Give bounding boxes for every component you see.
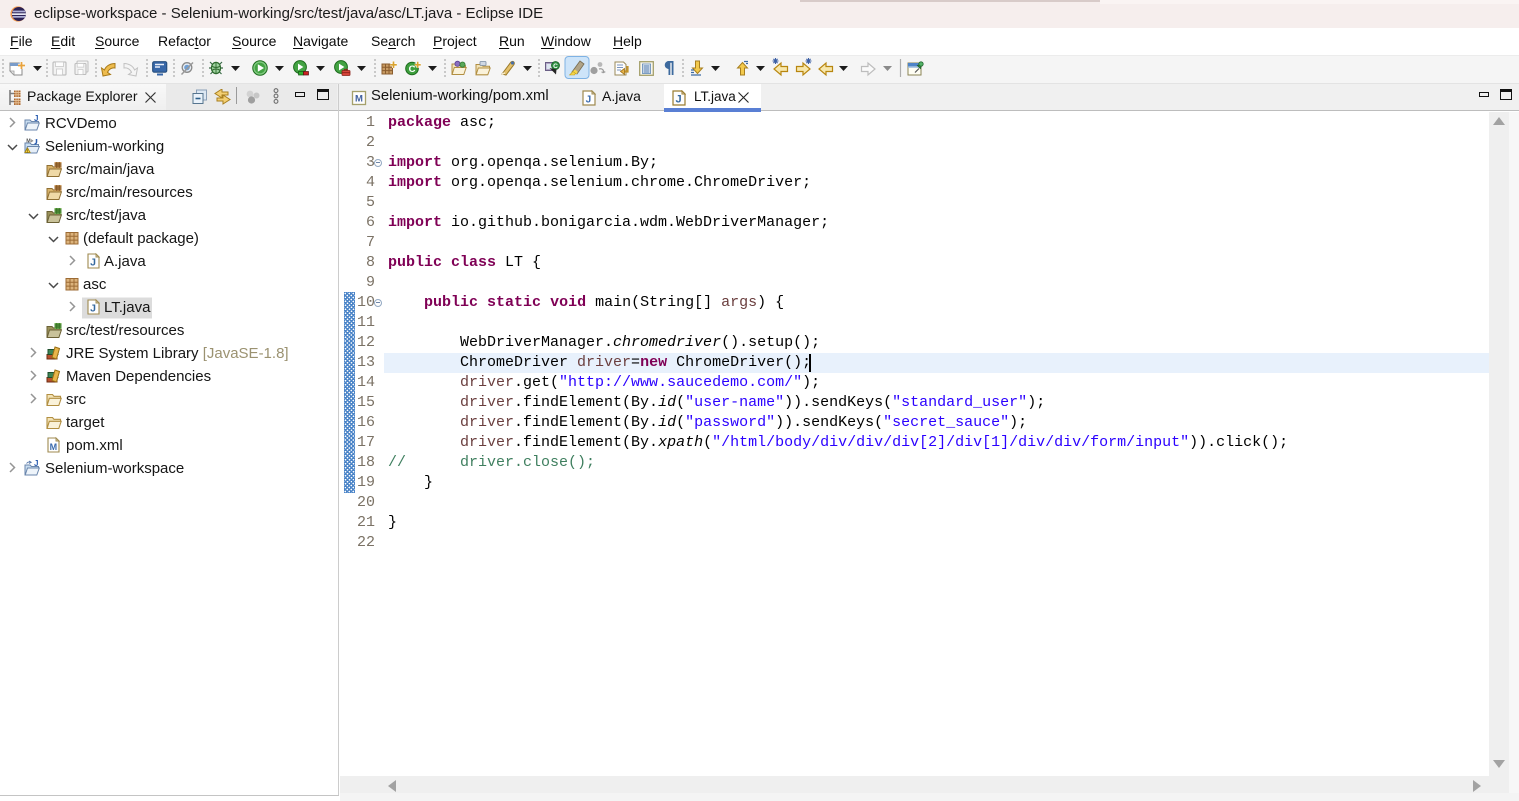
svg-text:J: J	[676, 93, 682, 105]
svg-text:J: J	[586, 94, 592, 105]
svg-text:M: M	[355, 93, 363, 104]
svg-text:C: C	[409, 64, 416, 75]
